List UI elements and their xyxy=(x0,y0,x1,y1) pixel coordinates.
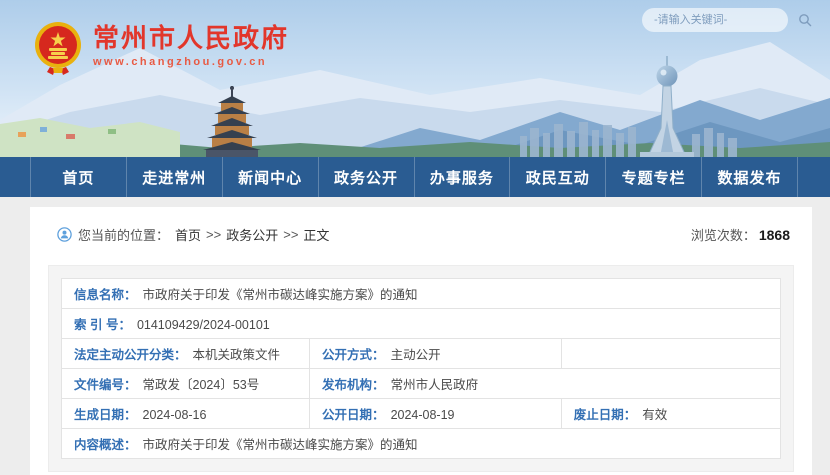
nav-item-data-release[interactable]: 数据发布 xyxy=(701,157,798,197)
label-create-date: 生成日期： xyxy=(74,408,137,422)
value-create-date: 2024-08-16 xyxy=(143,408,207,422)
cell-issuer: 发布机构： 常州市人民政府 xyxy=(310,369,781,399)
label-open-method: 公开方式： xyxy=(322,348,385,362)
cell-expiry-date: 废止日期： 有效 xyxy=(561,399,780,429)
value-open-date: 2024-08-19 xyxy=(391,408,455,422)
view-counter-value: 1868 xyxy=(759,227,790,243)
cell-open-method: 公开方式： 主动公开 xyxy=(310,339,562,369)
cell-summary: 内容概述： 市政府关于印发《常州市碳达峰实施方案》的通知 xyxy=(62,429,781,459)
table-row-summary: 内容概述： 市政府关于印发《常州市碳达峰实施方案》的通知 xyxy=(62,429,781,459)
cell-empty xyxy=(561,339,780,369)
label-doc-no: 文件编号： xyxy=(74,378,137,392)
value-index-no: 014109429/2024-00101 xyxy=(137,318,270,332)
site-title: 常州市人民政府 xyxy=(93,24,289,52)
label-open-category: 法定主动公开分类： xyxy=(74,348,187,362)
value-open-method: 主动公开 xyxy=(391,348,441,362)
site-url: www.changzhou.gov.cn xyxy=(93,56,289,68)
value-issuer: 常州市人民政府 xyxy=(391,378,479,392)
cell-open-date: 公开日期： 2024-08-19 xyxy=(310,399,562,429)
table-row-info-name: 信息名称： 市政府关于印发《常州市碳达峰实施方案》的通知 xyxy=(62,279,781,309)
label-index-no: 索 引 号： xyxy=(74,318,131,332)
content-card: 您当前的位置： 首页 >> 政务公开 >> 正文 浏览次数：1868 信息名称： xyxy=(30,207,812,475)
table-row-dates: 生成日期： 2024-08-16 公开日期： 2024-08-19 废止日期： 有效 xyxy=(62,399,781,429)
label-open-date: 公开日期： xyxy=(322,408,385,422)
page: 常州市人民政府 www.changzhou.gov.cn 首页 走进常州 新闻中… xyxy=(0,0,830,475)
table-row-index-no: 索 引 号： 014109429/2024-00101 xyxy=(62,309,781,339)
value-doc-no: 常政发〔2024〕53号 xyxy=(143,378,260,392)
value-summary: 市政府关于印发《常州市碳达峰实施方案》的通知 xyxy=(143,438,418,452)
info-table-wrapper: 信息名称： 市政府关于印发《常州市碳达峰实施方案》的通知 索 引 号： 014109… xyxy=(48,265,794,472)
breadcrumb-row: 您当前的位置： 首页 >> 政务公开 >> 正文 浏览次数：1868 xyxy=(30,223,812,245)
search-input[interactable] xyxy=(652,13,798,27)
header-banner: 常州市人民政府 www.changzhou.gov.cn xyxy=(0,0,830,157)
breadcrumb-prefix: 您当前的位置： xyxy=(78,225,169,244)
logo-text: 常州市人民政府 www.changzhou.gov.cn xyxy=(93,20,289,68)
cell-info-name: 信息名称： 市政府关于印发《常州市碳达峰实施方案》的通知 xyxy=(62,279,781,309)
site-logo[interactable]: 常州市人民政府 www.changzhou.gov.cn xyxy=(33,20,289,76)
breadcrumb: 您当前的位置： 首页 >> 政务公开 >> 正文 xyxy=(57,225,329,244)
nav-item-news-center[interactable]: 新闻中心 xyxy=(222,157,318,197)
breadcrumb-separator: >> xyxy=(283,227,298,242)
breadcrumb-link-home[interactable]: 首页 xyxy=(175,225,201,244)
value-open-category: 本机关政策文件 xyxy=(193,348,281,362)
search-icon[interactable] xyxy=(798,13,812,27)
main-nav: 首页 走进常州 新闻中心 政务公开 办事服务 政民互动 专题专栏 数据发布 xyxy=(0,157,830,197)
location-user-icon xyxy=(57,227,72,242)
national-emblem-icon xyxy=(33,20,83,76)
value-expiry-date: 有效 xyxy=(642,408,667,422)
nav-item-about-changzhou[interactable]: 走进常州 xyxy=(126,157,222,197)
nav-item-interaction[interactable]: 政民互动 xyxy=(509,157,605,197)
nav-item-special-topics[interactable]: 专题专栏 xyxy=(605,157,701,197)
label-info-name: 信息名称： xyxy=(74,288,137,302)
cell-index-no: 索 引 号： 014109429/2024-00101 xyxy=(62,309,781,339)
document-info-table: 信息名称： 市政府关于印发《常州市碳达峰实施方案》的通知 索 引 号： 014109… xyxy=(61,278,781,459)
label-expiry-date: 废止日期： xyxy=(574,408,637,422)
view-counter: 浏览次数：1868 xyxy=(691,225,790,244)
breadcrumb-current: 正文 xyxy=(303,225,329,244)
search-box[interactable] xyxy=(642,8,788,32)
cell-doc-no: 文件编号： 常政发〔2024〕53号 xyxy=(62,369,310,399)
content-area: 您当前的位置： 首页 >> 政务公开 >> 正文 浏览次数：1868 信息名称： xyxy=(0,197,830,475)
nav-item-gov-info[interactable]: 政务公开 xyxy=(318,157,414,197)
cell-create-date: 生成日期： 2024-08-16 xyxy=(62,399,310,429)
cell-open-category: 法定主动公开分类： 本机关政策文件 xyxy=(62,339,310,369)
table-row-category: 法定主动公开分类： 本机关政策文件 公开方式： 主动公开 xyxy=(62,339,781,369)
value-info-name: 市政府关于印发《常州市碳达峰实施方案》的通知 xyxy=(143,288,418,302)
view-counter-label: 浏览次数： xyxy=(691,228,756,243)
nav-item-home[interactable]: 首页 xyxy=(30,157,126,197)
breadcrumb-separator: >> xyxy=(206,227,221,242)
label-issuer: 发布机构： xyxy=(322,378,385,392)
breadcrumb-link-gov-info[interactable]: 政务公开 xyxy=(226,225,278,244)
nav-item-services[interactable]: 办事服务 xyxy=(414,157,510,197)
table-row-doc-no: 文件编号： 常政发〔2024〕53号 发布机构： 常州市人民政府 xyxy=(62,369,781,399)
label-summary: 内容概述： xyxy=(74,438,137,452)
